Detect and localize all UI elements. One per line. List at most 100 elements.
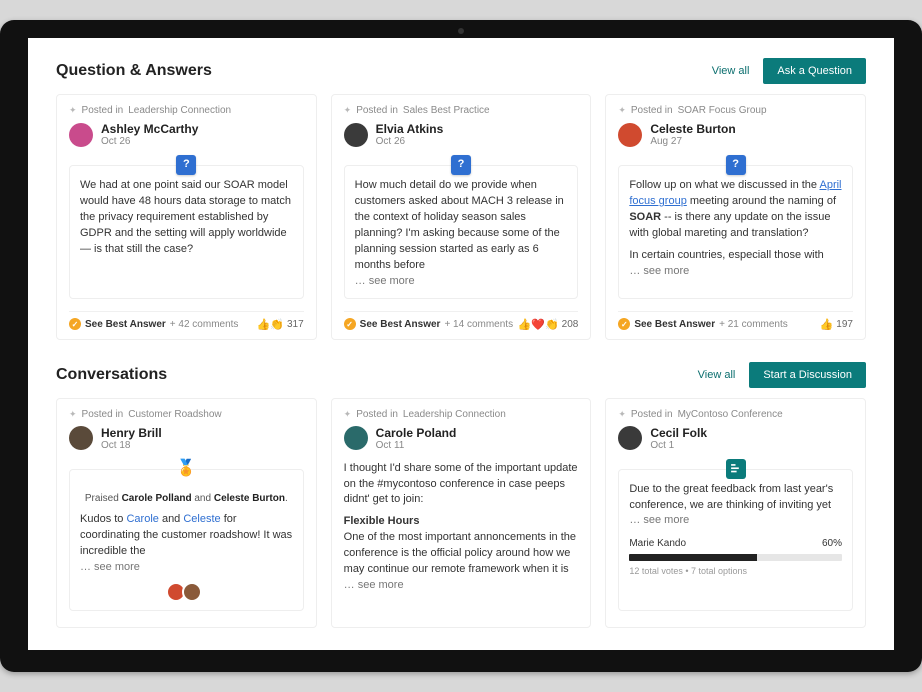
conv-section-header: Conversations View all Start a Discussio…	[56, 362, 866, 388]
reaction-emojis: 👍	[820, 318, 834, 331]
question-text-pre: Follow up on what we discussed in the	[629, 179, 819, 191]
author-name[interactable]: Henry Brill	[101, 426, 162, 440]
conv-cards: ✦ Posted in Customer Roadshow Henry Bril…	[56, 398, 866, 628]
reaction-emojis: 👍👏	[257, 318, 284, 331]
posted-prefix: Posted in	[356, 105, 398, 116]
see-more-link[interactable]: … see more	[629, 265, 689, 277]
posted-in: ✦ Posted in SOAR Focus Group	[618, 105, 853, 116]
yammer-icon: ✦	[344, 105, 352, 116]
posted-prefix: Posted in	[631, 409, 673, 420]
poll-bar	[629, 554, 842, 561]
author-name[interactable]: Elvia Atkins	[376, 122, 444, 136]
see-best-answer[interactable]: ✓ See Best Answer + 14 comments	[344, 318, 513, 330]
posted-group[interactable]: Customer Roadshow	[128, 409, 221, 420]
post-heading: Flexible Hours	[344, 514, 579, 530]
author-block: Henry Brill Oct 18	[69, 426, 304, 451]
posted-in: ✦ Posted in MyContoso Conference	[618, 409, 853, 420]
mention[interactable]: Celeste	[183, 513, 220, 525]
avatar[interactable]	[344, 426, 368, 450]
posted-group[interactable]: Sales Best Practice	[403, 105, 490, 116]
question-text-mid: meeting around the naming of	[687, 195, 836, 207]
question-body: ? We had at one point said our SOAR mode…	[69, 165, 304, 299]
author-date: Oct 1	[650, 440, 707, 451]
question-text: How much detail do we provide when custo…	[355, 179, 564, 271]
post-body: I thought I'd share some of the importan…	[344, 461, 579, 595]
conv-actions: View all Start a Discussion	[698, 362, 866, 388]
conv-view-all-link[interactable]: View all	[698, 369, 736, 381]
qa-title: Question & Answers	[56, 62, 212, 80]
author-name[interactable]: Celeste Burton	[650, 122, 735, 136]
avatar[interactable]	[618, 123, 642, 147]
question-text-bold: SOAR	[629, 211, 661, 223]
question-body: ? How much detail do we provide when cus…	[344, 165, 579, 299]
see-more-link[interactable]: … see more	[629, 514, 689, 526]
question-icon: ?	[176, 155, 196, 175]
posted-group[interactable]: MyContoso Conference	[678, 409, 783, 420]
author-name[interactable]: Cecil Folk	[650, 426, 707, 440]
posted-prefix: Posted in	[356, 409, 398, 420]
start-discussion-button[interactable]: Start a Discussion	[749, 362, 866, 388]
avatar[interactable]	[69, 426, 93, 450]
screen: Question & Answers View all Ask a Questi…	[28, 38, 894, 650]
posted-group[interactable]: Leadership Connection	[403, 409, 506, 420]
conv-card-praise[interactable]: ✦ Posted in Customer Roadshow Henry Bril…	[56, 398, 317, 628]
ask-question-button[interactable]: Ask a Question	[763, 58, 866, 84]
question-body: ? Follow up on what we discussed in the …	[618, 165, 853, 299]
yammer-icon: ✦	[618, 105, 626, 116]
see-best-answer[interactable]: ✓ See Best Answer + 21 comments	[618, 318, 787, 330]
qa-view-all-link[interactable]: View all	[712, 65, 750, 77]
comment-count: + 21 comments	[719, 319, 788, 330]
posted-prefix: Posted in	[82, 105, 124, 116]
reactions[interactable]: 👍👏 317	[257, 318, 304, 331]
qa-card[interactable]: ✦ Posted in Leadership Connection Ashley…	[56, 94, 317, 340]
qa-section-header: Question & Answers View all Ask a Questi…	[56, 58, 866, 84]
reaction-count: 317	[287, 319, 304, 330]
conv-title: Conversations	[56, 366, 167, 384]
mention[interactable]: Carole	[126, 513, 158, 525]
see-more-link[interactable]: … see more	[80, 561, 140, 573]
poll-option-row[interactable]: Marie Kando 60%	[629, 537, 842, 552]
post-para2: One of the most important annoncements i…	[344, 531, 576, 575]
question-text: We had at one point said our SOAR model …	[80, 179, 291, 255]
see-best-answer[interactable]: ✓ See Best Answer + 42 comments	[69, 318, 238, 330]
reaction-emojis: 👍❤️👏	[518, 318, 559, 331]
tablet-frame: Question & Answers View all Ask a Questi…	[0, 20, 922, 672]
card-footer: ✓ See Best Answer + 21 comments 👍 197	[618, 311, 853, 331]
check-icon: ✓	[618, 318, 630, 330]
avatar-small[interactable]	[182, 582, 202, 602]
yammer-icon: ✦	[69, 409, 77, 420]
qa-card[interactable]: ✦ Posted in SOAR Focus Group Celeste Bur…	[605, 94, 866, 340]
posted-group[interactable]: Leadership Connection	[128, 105, 231, 116]
see-more-link[interactable]: … see more	[344, 579, 404, 591]
author-date: Oct 18	[101, 440, 162, 451]
see-more-link[interactable]: … see more	[355, 275, 415, 287]
author-block: Carole Poland Oct 11	[344, 426, 579, 451]
poll-body: Due to the great feedback from last year…	[618, 469, 853, 611]
author-date: Oct 11	[376, 440, 457, 451]
posted-prefix: Posted in	[631, 105, 673, 116]
avatar[interactable]	[69, 123, 93, 147]
avatar[interactable]	[344, 123, 368, 147]
praised-avatars	[80, 582, 293, 602]
conv-card-post[interactable]: ✦ Posted in Leadership Connection Carole…	[331, 398, 592, 628]
reactions[interactable]: 👍❤️👏 208	[518, 318, 579, 331]
yammer-icon: ✦	[69, 105, 77, 116]
praise-icon: 🏅	[177, 458, 195, 480]
reaction-count: 197	[836, 319, 853, 330]
author-name[interactable]: Carole Poland	[376, 426, 457, 440]
reactions[interactable]: 👍 197	[820, 318, 853, 331]
poll-icon	[726, 459, 746, 479]
check-icon: ✓	[69, 318, 81, 330]
qa-actions: View all Ask a Question	[712, 58, 866, 84]
author-block: Celeste Burton Aug 27	[618, 122, 853, 147]
author-name[interactable]: Ashley McCarthy	[101, 122, 198, 136]
conv-card-poll[interactable]: ✦ Posted in MyContoso Conference Cecil F…	[605, 398, 866, 628]
qa-card[interactable]: ✦ Posted in Sales Best Practice Elvia At…	[331, 94, 592, 340]
author-block: Cecil Folk Oct 1	[618, 426, 853, 451]
author-date: Aug 27	[650, 136, 735, 147]
posted-group[interactable]: SOAR Focus Group	[678, 105, 767, 116]
reaction-count: 208	[562, 319, 579, 330]
poll-meta: 12 total votes • 7 total options	[629, 565, 842, 578]
avatar[interactable]	[618, 426, 642, 450]
card-footer: ✓ See Best Answer + 42 comments 👍👏 317	[69, 311, 304, 331]
